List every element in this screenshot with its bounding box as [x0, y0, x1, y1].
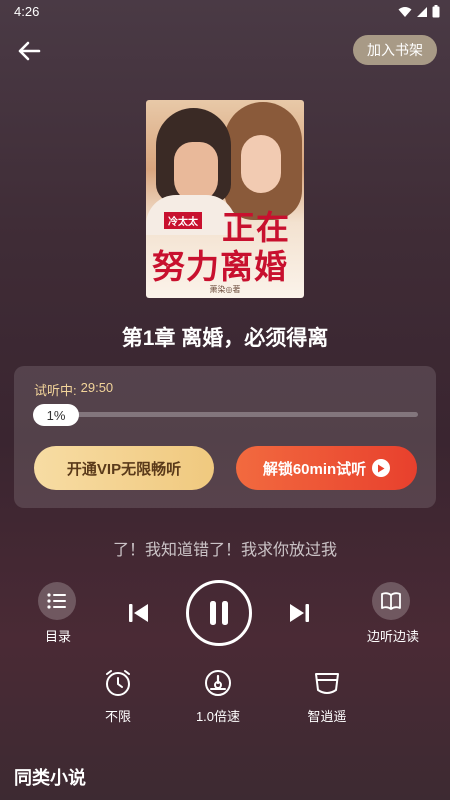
cover-figure-man-face	[174, 142, 218, 202]
unlock-trial-button[interactable]: 解锁60min试听	[236, 446, 417, 490]
back-button[interactable]	[12, 34, 46, 68]
current-text-line: 了！我知道错了！我求你放过我	[112, 542, 337, 559]
unlock-trial-label: 解锁60min试听	[262, 460, 367, 478]
trial-label: 试听中:	[34, 383, 77, 398]
battery-icon	[432, 5, 440, 18]
pause-icon	[210, 601, 228, 625]
status-icons	[398, 5, 440, 18]
read-while-listen-control[interactable]	[372, 582, 414, 620]
alarm-clock-icon	[106, 670, 130, 696]
progress-thumb[interactable]: 1%	[33, 404, 79, 426]
book-cover[interactable]: 冷太太 正在 努力离婚 萧染◎著	[146, 100, 304, 298]
next-chapter-button[interactable]	[286, 598, 314, 628]
chapter-title: 第1章 离婚，必须得离	[121, 327, 329, 350]
skip-next-icon	[290, 604, 309, 622]
status-time: 4:26	[14, 4, 40, 19]
back-arrow-icon	[18, 41, 41, 61]
voice-label: 智逍遥	[307, 709, 347, 724]
status-bar: 4:26	[0, 0, 450, 24]
read-while-listen-label: 边听边读	[366, 629, 419, 644]
trial-status: 试听中: 29:50	[34, 380, 113, 399]
similar-novels-title: 同类小说	[14, 768, 86, 788]
catalog-label: 目录	[44, 629, 71, 644]
add-to-shelf-button[interactable]: 加入书架	[353, 35, 437, 65]
voice-cup-icon	[315, 673, 339, 694]
cover-tag: 冷太太	[164, 212, 202, 229]
catalog-control[interactable]	[38, 582, 80, 620]
voice-option[interactable]: 智逍遥	[296, 668, 358, 725]
cover-title-line2: 努力离婚	[152, 247, 288, 286]
sleep-timer-option[interactable]: 不限	[90, 668, 146, 725]
trial-remaining-time: 29:50	[80, 380, 114, 395]
open-vip-label: 开通VIP无限畅听	[66, 460, 182, 478]
previous-chapter-button[interactable]	[124, 598, 152, 628]
skip-previous-icon	[129, 604, 148, 622]
play-pause-button[interactable]	[186, 580, 252, 646]
playback-speed-label: 1.0倍速	[195, 709, 241, 724]
wifi-icon	[398, 6, 412, 17]
speedometer-icon	[205, 670, 231, 696]
cover-author: 萧染◎著	[209, 285, 241, 294]
signal-icon	[417, 6, 427, 17]
progress-track[interactable]	[34, 412, 418, 417]
open-vip-button[interactable]: 开通VIP无限畅听	[34, 446, 214, 490]
open-book-icon	[372, 582, 410, 620]
cover-figure-woman-face	[241, 135, 281, 193]
list-icon	[38, 582, 76, 620]
playback-speed-option[interactable]: 1.0倍速	[183, 668, 253, 725]
play-circle-icon	[372, 459, 391, 477]
sleep-timer-label: 不限	[104, 709, 131, 724]
